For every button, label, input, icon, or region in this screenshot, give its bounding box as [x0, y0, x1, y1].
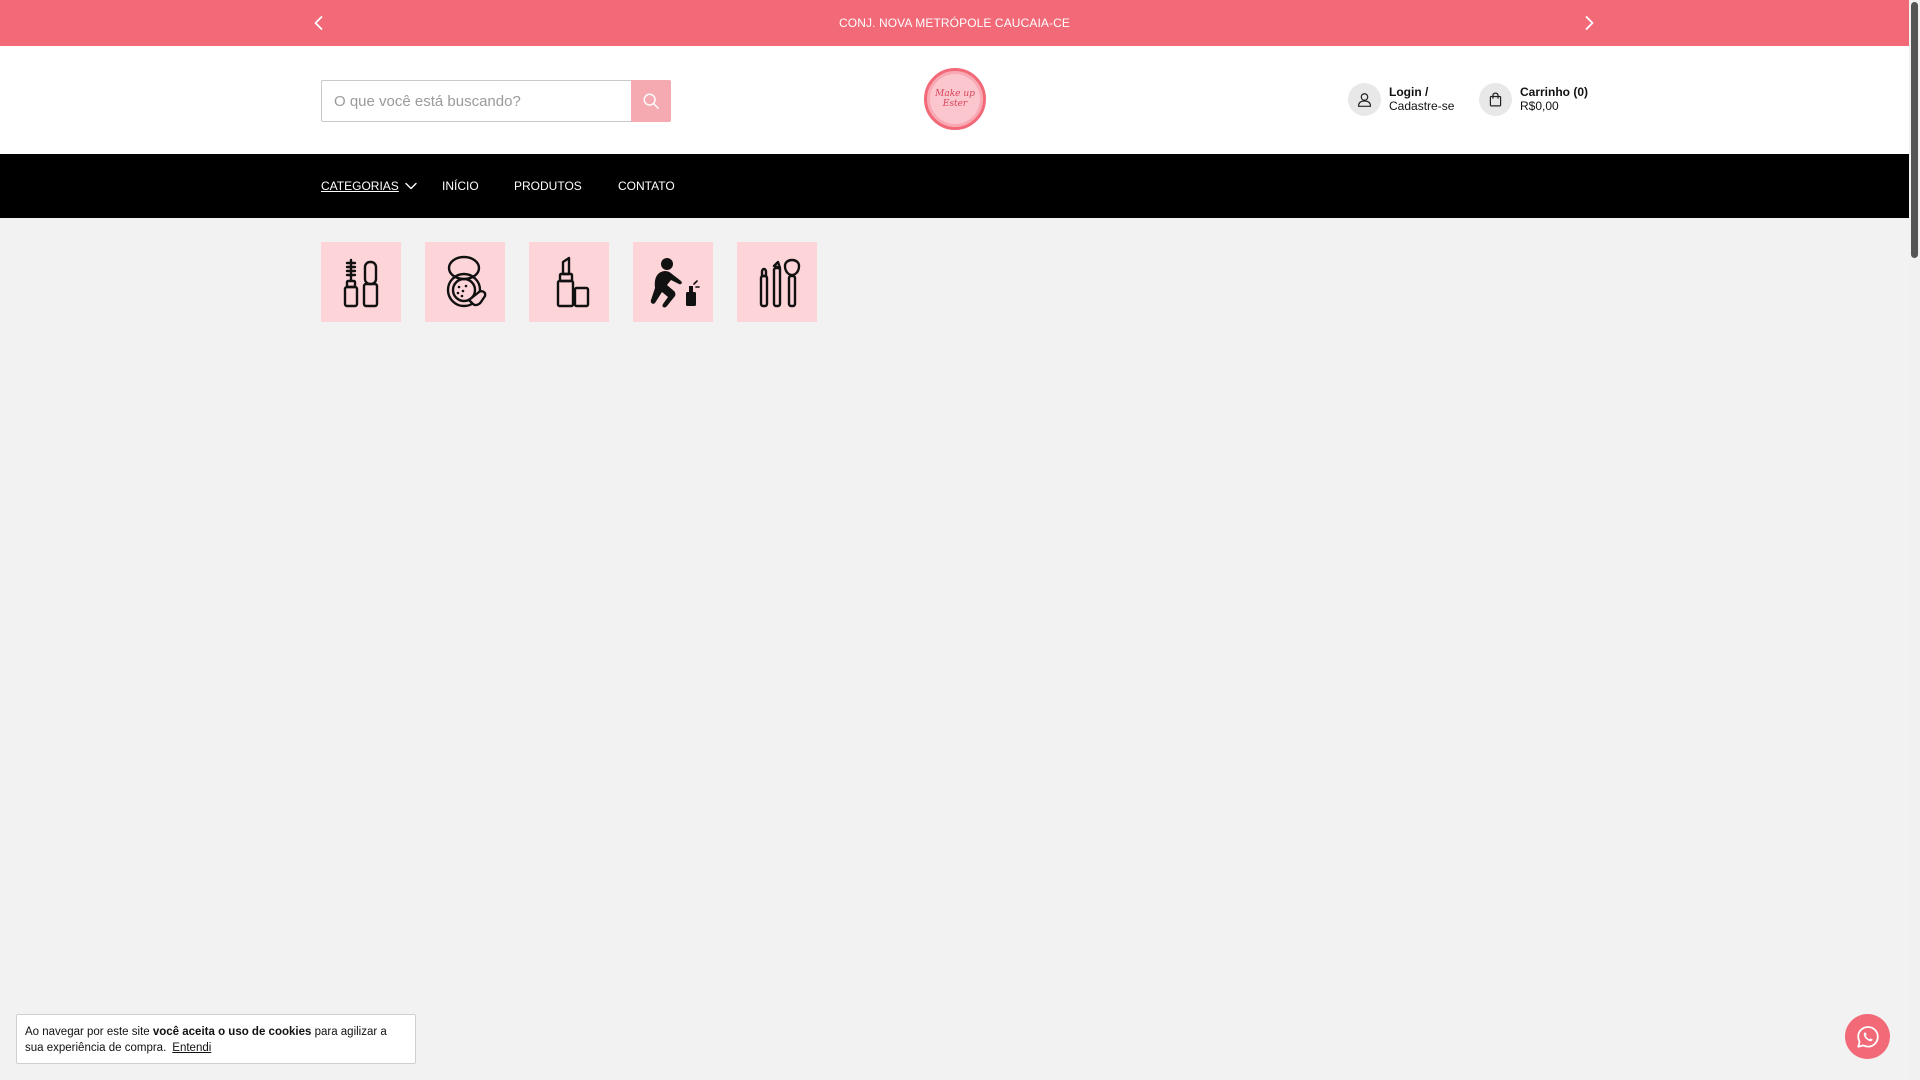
vertical-scrollbar[interactable] — [1909, 0, 1920, 1080]
cookie-text-before: Ao navegar por este site — [25, 1026, 153, 1038]
search-form — [321, 80, 671, 122]
cookie-text-bold: você aceita o uso de cookies — [152, 1026, 312, 1038]
cookie-notice: Ao navegar por este site você aceita o u… — [16, 1014, 416, 1064]
search-icon — [643, 93, 659, 109]
cart-text: Carrinho (0) R$0,00 — [1520, 85, 1588, 113]
site-header: Make up Ester Login / Cadastre-se Carrin… — [0, 46, 1909, 154]
nav-item-inicio[interactable]: INÍCIO — [442, 154, 479, 218]
makeup-brushes-icon — [759, 258, 801, 308]
account-text: Login / Cadastre-se — [1389, 85, 1454, 113]
whatsapp-button[interactable] — [1845, 1014, 1890, 1059]
whatsapp-icon — [1856, 1025, 1879, 1048]
body-care-icon — [650, 258, 700, 308]
chevron-down-icon — [405, 182, 417, 190]
nav-item-produtos[interactable]: PRODUTOS — [514, 154, 582, 218]
category-tiles — [321, 242, 841, 322]
cart-total: R$0,00 — [1520, 99, 1559, 113]
user-icon — [1348, 82, 1381, 116]
search-button[interactable] — [631, 80, 671, 122]
logo-text-line1: Make up — [935, 89, 975, 99]
search-input[interactable] — [321, 80, 632, 122]
shopping-bag-icon — [1479, 82, 1512, 116]
account-subtitle: Cadastre-se — [1389, 99, 1455, 113]
announcement-bar: CONJ. NOVA METRÓPOLE CAUCAIA-CE — [0, 0, 1909, 46]
cart-link[interactable]: Carrinho (0) R$0,00 — [1479, 82, 1588, 116]
announcement-message: CONJ. NOVA METRÓPOLE CAUCAIA-CE — [839, 16, 1070, 30]
category-tile-lipstick[interactable] — [529, 242, 609, 322]
mascara-icon — [343, 258, 379, 308]
store-logo[interactable]: Make up Ester — [924, 68, 986, 130]
powder-compact-icon — [446, 255, 487, 308]
cart-title: Carrinho (0) — [1520, 85, 1589, 99]
nav-categories[interactable]: CATEGORIAS — [321, 154, 418, 218]
cookie-accept-link[interactable]: Entendi — [172, 1042, 211, 1054]
nav-categories-label: CATEGORIAS — [321, 179, 399, 193]
main-navigation: CATEGORIAS INÍCIO PRODUTOS CONTATO — [0, 154, 1909, 218]
scrollbar-thumb[interactable] — [1911, 2, 1918, 258]
logo-badge: Make up Ester — [930, 74, 980, 124]
category-tile-brushes[interactable] — [737, 242, 817, 322]
category-tile-body-care[interactable] — [633, 242, 713, 322]
lipstick-icon — [556, 256, 590, 308]
logo-text-line2: Ester — [942, 99, 968, 109]
account-link[interactable]: Login / Cadastre-se — [1348, 82, 1454, 116]
account-title: Login / — [1389, 85, 1429, 99]
category-tile-powder[interactable] — [425, 242, 505, 322]
nav-item-contato[interactable]: CONTATO — [618, 154, 675, 218]
chevron-right-icon[interactable] — [1579, 13, 1599, 33]
category-tile-mascara[interactable] — [321, 242, 401, 322]
